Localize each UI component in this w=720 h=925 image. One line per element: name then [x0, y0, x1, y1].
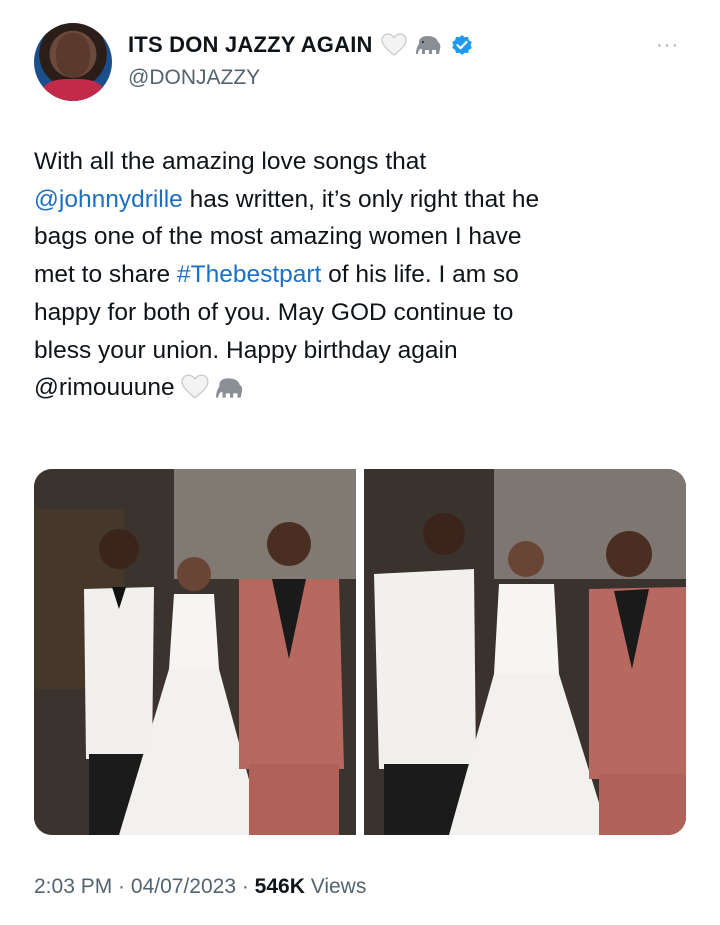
display-name[interactable]: ITS DON JAZZY AGAIN: [128, 32, 373, 58]
line-text: With all the amazing love songs that: [34, 148, 427, 175]
verified-badge-icon: [451, 35, 472, 55]
white-heart-icon: [381, 33, 407, 56]
avatar-shirt: [42, 79, 104, 101]
wedding-photo-right-art: [364, 469, 686, 835]
more-options-icon[interactable]: ···: [656, 34, 679, 57]
tweet-line: bless your union. Happy birthday again: [34, 332, 684, 370]
user-handle[interactable]: @DONJAZZY: [128, 66, 260, 90]
line-text: of his life. I am so: [321, 261, 519, 289]
elephant-icon: [215, 378, 242, 398]
line-text: has written, it’s only right that he: [182, 185, 540, 213]
mention-text[interactable]: @rimouuune: [34, 374, 175, 401]
line-text: bless your union. Happy birthday again: [34, 336, 458, 364]
tweet-metadata: 2:03 PM · 04/07/2023 · 546K Views: [34, 875, 366, 899]
tweet-line: With all the amazing love songs that: [34, 143, 684, 181]
tweet-line: bags one of the most amazing women I hav…: [34, 218, 684, 256]
wedding-photo-left[interactable]: [34, 469, 356, 835]
hashtag-link[interactable]: #Thebestpart: [177, 261, 321, 288]
separator: ·: [112, 875, 131, 898]
name-row: ITS DON JAZZY AGAIN: [128, 30, 473, 60]
elephant-icon: [415, 36, 441, 54]
tweet-line: @rimouuune: [34, 369, 684, 407]
tweet-line: met to share #Thebestpart of his life. I…: [34, 256, 684, 294]
tweet-date[interactable]: 04/07/2023: [131, 875, 236, 899]
mention-link[interactable]: @johnnydrille: [34, 186, 183, 213]
white-heart-icon: [181, 374, 209, 399]
avatar[interactable]: [34, 23, 112, 101]
views-label: Views: [304, 875, 367, 898]
separator: ·: [236, 875, 255, 898]
photo-grid: [34, 469, 686, 835]
line-text: met to share: [34, 261, 177, 289]
tweet-time[interactable]: 2:03 PM: [34, 875, 112, 899]
tweet-text: With all the amazing love songs that @jo…: [34, 143, 684, 407]
wedding-photo-right[interactable]: [364, 469, 686, 835]
line-text: happy for both of you. May GOD continue …: [34, 298, 514, 326]
tweet-header: ITS DON JAZZY AGAIN @DONJAZZY ···: [0, 0, 720, 120]
tweet-line: @johnnydrille has written, it’s only rig…: [34, 181, 684, 219]
tweet-line: happy for both of you. May GOD continue …: [34, 294, 684, 332]
line-text: bags one of the most amazing women I hav…: [34, 223, 522, 251]
views-count[interactable]: 546K: [255, 875, 305, 899]
wedding-photo-left-art: [34, 469, 356, 835]
avatar-face: [56, 33, 90, 77]
